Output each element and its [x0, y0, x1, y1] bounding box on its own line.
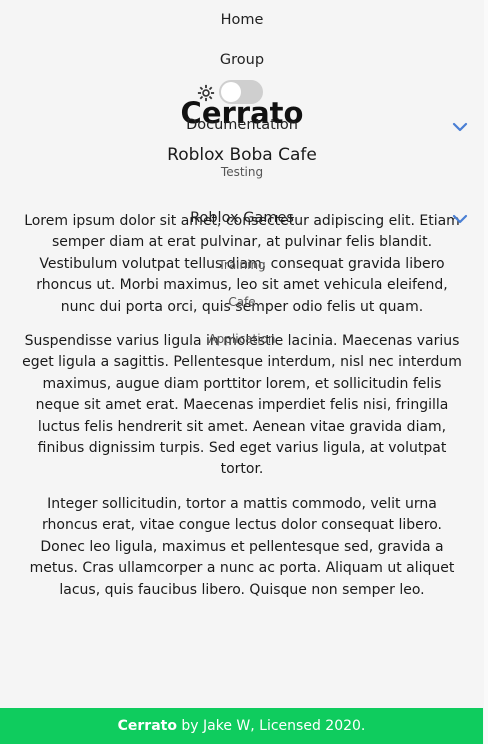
chevron-down-icon[interactable] — [452, 121, 468, 133]
footer-brand: Cerrato — [117, 718, 177, 734]
paragraph-2: Suspendisse varius ligula in molestie la… — [22, 333, 462, 478]
chevron-down-icon[interactable] — [452, 213, 468, 225]
nav-item-group[interactable]: Group — [0, 52, 484, 68]
paragraph-3: Integer sollicitudin, tortor a mattis co… — [29, 495, 455, 598]
nav-item-roblox-games[interactable]: Roblox Games — [0, 210, 484, 226]
scrollbar[interactable] — [484, 0, 488, 744]
nav-item-documentation[interactable]: Documentation — [0, 117, 484, 133]
nav-item-home[interactable]: Home — [0, 12, 484, 28]
nav-sub-testing[interactable]: Testing — [0, 165, 484, 179]
theme-switch-knob — [221, 82, 241, 102]
nav-sub-training[interactable]: Training — [0, 258, 484, 272]
theme-toggle[interactable] — [197, 80, 267, 106]
sun-icon — [197, 84, 215, 102]
footer-text: by Jake W, Licensed 2020. — [176, 718, 366, 734]
nav-sub-cafe[interactable]: Cafe — [0, 295, 484, 309]
theme-switch[interactable] — [219, 80, 263, 104]
footer: Cerrato by Jake W, Licensed 2020. — [0, 708, 483, 744]
nav-sub-application[interactable]: Application — [0, 332, 484, 346]
page-title: Roblox Boba Cafe — [167, 145, 317, 165]
